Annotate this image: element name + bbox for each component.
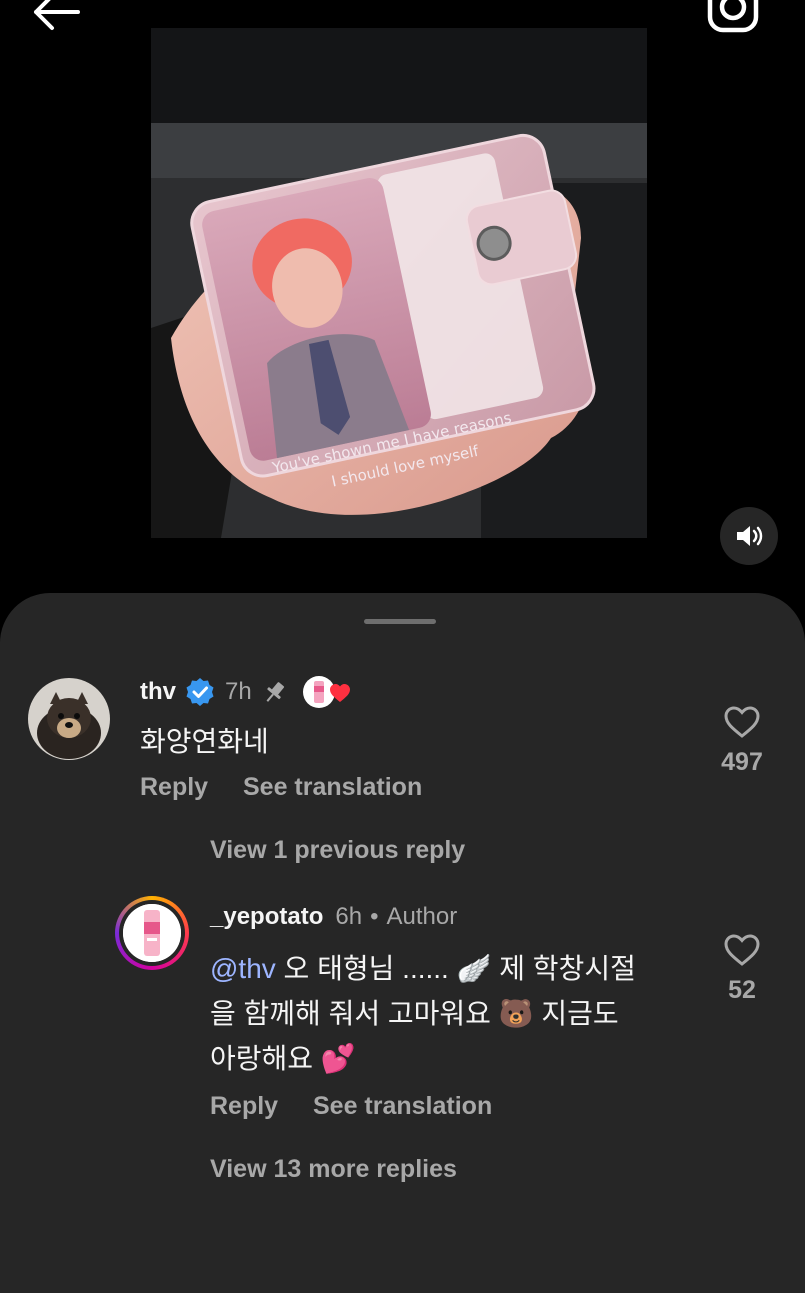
separator-dot: •: [370, 903, 379, 930]
reply-time: 6h: [335, 903, 363, 930]
reply-button[interactable]: Reply: [210, 1092, 278, 1121]
reply-username[interactable]: _yepotato: [210, 903, 323, 931]
sheet-grabber[interactable]: [364, 619, 436, 624]
speaker-icon: [737, 526, 763, 546]
back-arrow-icon: [34, 0, 80, 30]
view-more-replies-link[interactable]: View 13 more replies: [210, 1155, 457, 1184]
reply-text-line-3: 아랑해요 💕: [210, 1043, 356, 1074]
see-translation-button[interactable]: See translation: [313, 1092, 492, 1121]
like-button[interactable]: 52: [712, 933, 772, 1005]
post-image: You've shown me I have reasons I should …: [151, 28, 647, 538]
sound-toggle-button[interactable]: [720, 507, 778, 565]
pin-icon: [266, 682, 284, 702]
avatar: [123, 904, 181, 962]
back-button[interactable]: [26, 0, 86, 36]
reply-text-line-1: @thv 오 태형님 ...... 🪽 제 학창시절: [210, 946, 636, 991]
comment-username[interactable]: thv: [140, 678, 176, 706]
view-previous-reply-link[interactable]: View 1 previous reply: [210, 836, 465, 865]
see-translation-button[interactable]: See translation: [243, 773, 422, 802]
liked-by-author-badge: [302, 675, 350, 709]
heart-filled-icon: [329, 684, 350, 702]
comment-meta: thv 7h: [140, 675, 350, 709]
heart-icon: [724, 706, 760, 738]
like-count: 497: [721, 748, 763, 776]
story-avatar[interactable]: [115, 896, 189, 970]
reply-text-line-2: 을 함께해 줘서 고마워요 🐻 지금도: [210, 998, 619, 1029]
instagram-icon: [707, 0, 759, 33]
comments-sheet: thv 7h 화양연화네 Reply See translation 497 V…: [0, 593, 805, 1293]
avatar-ring-gap: [119, 900, 185, 966]
like-count: 52: [728, 976, 756, 1004]
reply-text-segment: 오 태형님 ...... 🪽 제 학창시절: [275, 953, 636, 984]
post-photo[interactable]: You've shown me I have reasons I should …: [151, 28, 647, 538]
reply-meta: _yepotato 6h • Author: [210, 903, 457, 931]
like-button[interactable]: 497: [712, 705, 772, 777]
snack-avatar-image: [123, 904, 181, 962]
comment-text: 화양연화네: [140, 726, 269, 757]
instagram-button[interactable]: [700, 0, 764, 36]
verified-badge-icon: [186, 678, 214, 706]
heart-icon: [724, 934, 760, 966]
mention-link[interactable]: @thv: [210, 953, 276, 984]
dog-avatar-image: [28, 678, 110, 760]
author-label: Author: [386, 903, 458, 930]
avatar[interactable]: [28, 678, 110, 760]
comment-time: 7h: [225, 678, 252, 705]
reply-button[interactable]: Reply: [140, 773, 208, 802]
